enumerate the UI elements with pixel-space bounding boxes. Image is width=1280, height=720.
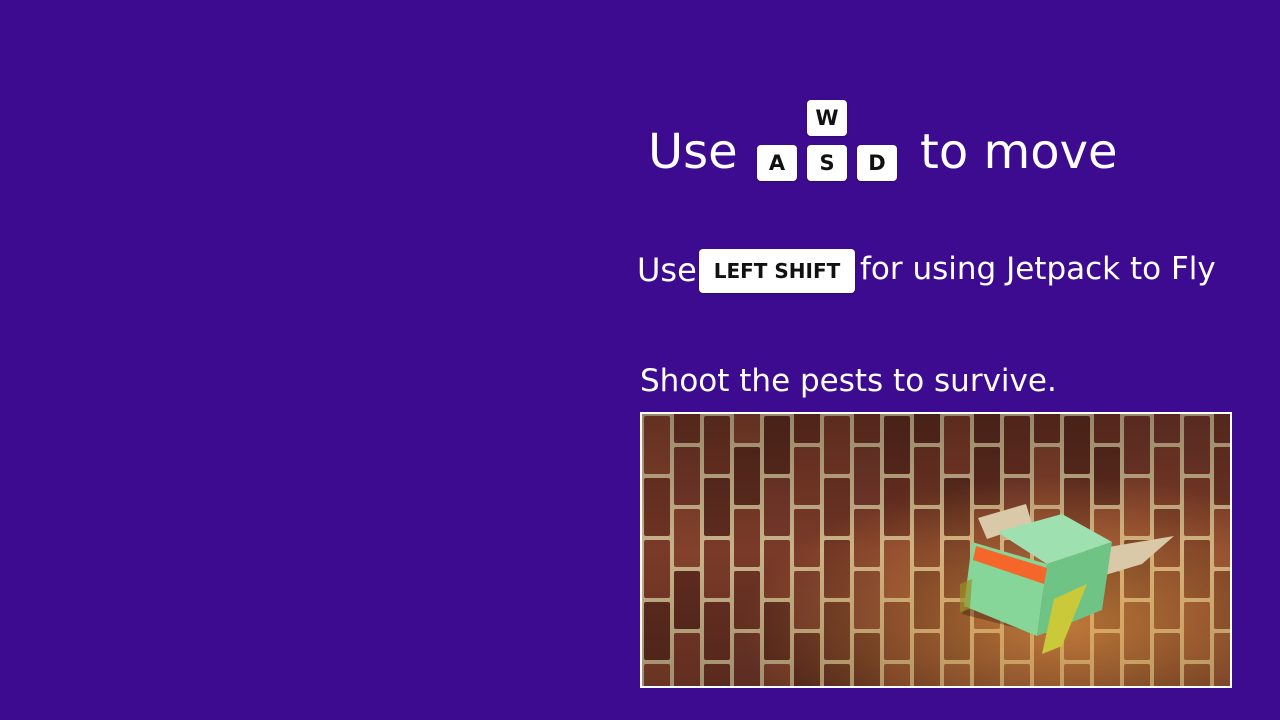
jetpack-use-label: Use [637,251,697,289]
key-left-shift: LEFT SHIFT [699,249,855,293]
key-s: S [807,145,847,181]
key-d: D [857,145,897,181]
key-left-shift-label: LEFT SHIFT [713,259,841,283]
shoot-instruction: Shoot the pests to survive. [640,363,1057,399]
gameplay-screenshot [640,412,1232,688]
jetpack-suffix-label: for using Jetpack to Fly [860,251,1216,287]
move-suffix-label: to move [920,124,1118,180]
key-a: A [757,145,797,181]
move-use-label: Use [648,124,738,180]
key-w: W [807,100,847,136]
key-a-label: A [768,151,786,175]
key-d-label: D [868,151,886,175]
brick-wall-scene [642,414,1230,686]
key-s-label: S [819,151,835,175]
key-w-label: W [815,106,839,130]
